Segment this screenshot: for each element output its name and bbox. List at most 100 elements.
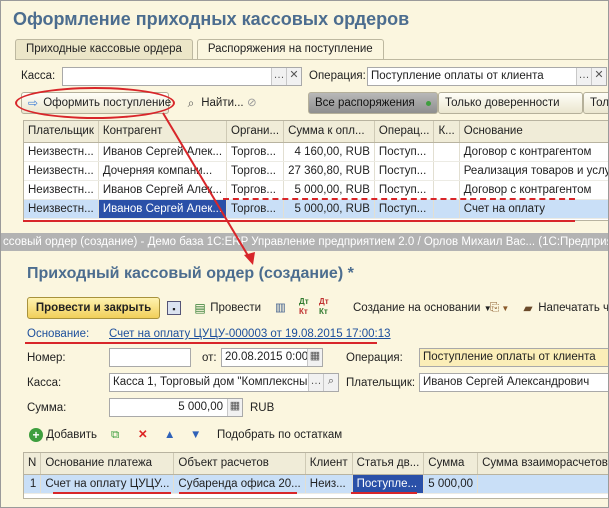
table-cell-current: Иванов Сергей Алек... [98, 199, 228, 219]
only-powers-label: Только доверенности [445, 97, 560, 109]
search-icon: ⌕ [187, 95, 195, 110]
ellipsis-icon[interactable]: … [308, 374, 323, 391]
table-cell: 5 000,00 [423, 474, 479, 494]
attach-icon[interactable]: ⎘ ▼ [490, 300, 509, 317]
cancel-search-icon[interactable]: ⊘ [247, 95, 257, 111]
copy-row-icon[interactable]: ⧉ [111, 427, 119, 443]
table-cell: Субаренда офиса 20... [173, 474, 306, 494]
move-up-icon[interactable]: ▲ [164, 427, 175, 443]
tab-receipt-instructions[interactable]: Распоряжения на поступление [196, 39, 384, 60]
table-cell: Неизвестн... [24, 161, 99, 181]
save-icon[interactable]: ▪ [167, 300, 181, 316]
operation-label: Операция: [346, 352, 403, 364]
add-row-label: Добавить [46, 429, 98, 441]
table-cell [433, 142, 460, 162]
column-header[interactable]: Плательщик [24, 121, 99, 143]
tab-incoming-orders[interactable]: Приходные кассовые ордера [15, 39, 193, 59]
table-cell: Поступ... [374, 161, 435, 181]
clear-icon[interactable]: ✕ [286, 68, 301, 85]
table-row[interactable]: Неизвестн... Иванов Сергей Алек... Торго… [24, 142, 608, 162]
table-row-selected[interactable]: 1 Счет на оплату ЦУЦУ... Субаренда офиса… [24, 474, 608, 494]
table-cell: Счет на оплату [459, 199, 608, 219]
number-field[interactable] [109, 348, 191, 367]
table-row[interactable]: Неизвестн... Иванов Сергей Алек... Торго… [24, 180, 608, 200]
kt-dt-report-button[interactable]: Дт Кт [319, 297, 329, 317]
print-button[interactable]: ▰ Напечатать ч [521, 300, 608, 316]
dt-kt-report-button[interactable]: Дт Кт [299, 297, 309, 317]
table-cell: Торгов... [226, 199, 285, 219]
column-header[interactable]: Операц... [374, 121, 435, 143]
column-header[interactable]: Объект расчетов [173, 453, 306, 475]
highlight-dashed-underline [223, 198, 575, 200]
table-cell: Договор с контрагентом [459, 142, 608, 162]
screenshot-frame: Оформление приходных кассовых ордеров Пр… [0, 0, 609, 508]
table-row[interactable]: Неизвестн... Дочерняя компани... Торгов.… [24, 161, 608, 181]
operation-field[interactable]: Поступление оплаты от клиента [419, 348, 608, 367]
table-cell: Поступ... [374, 180, 435, 200]
highlight-underline [351, 492, 417, 494]
column-header[interactable]: Основание [459, 121, 608, 143]
only-other-button[interactable]: Тол [583, 92, 608, 114]
print-icon: ▰ [523, 300, 533, 315]
column-header[interactable]: Контрагент [98, 121, 228, 143]
column-header[interactable]: Сумма взаиморасчетов [477, 453, 608, 475]
table-cell: Поступ... [374, 142, 435, 162]
date-field[interactable]: 20.08.2015 0:00:00 ▦ [221, 348, 323, 367]
column-header[interactable]: Основание платежа [40, 453, 175, 475]
find-button[interactable]: ⌕ Найти... [177, 92, 244, 114]
table-cell: Дочерняя компани... [98, 161, 228, 181]
column-header[interactable]: К... [433, 121, 460, 143]
kt-label: Кт [299, 307, 308, 316]
table-cell: 4 160,00, RUB [283, 142, 375, 162]
clear-icon[interactable]: ✕ [591, 68, 606, 85]
kassa-field[interactable]: Касса 1, Торговый дом "Комплексный" … ⌕ [109, 373, 339, 392]
column-header[interactable]: N [24, 453, 42, 475]
move-down-icon[interactable]: ▼ [190, 427, 201, 443]
basis-label: Основание: [27, 328, 90, 340]
tab-bar: Приходные кассовые ордера Распоряжения н… [15, 39, 388, 60]
page-title: Оформление приходных кассовых ордеров [13, 9, 410, 29]
kassa-value: Касса 1, Торговый дом "Комплексный" [113, 376, 318, 388]
highlight-underline [25, 342, 377, 344]
column-header[interactable]: Сумма [423, 453, 479, 475]
all-instructions-button[interactable]: Все распоряжения [308, 92, 438, 114]
table-cell: Иванов Сергей Алек... [98, 142, 228, 162]
ellipsis-icon[interactable]: … [271, 68, 286, 85]
table-cell: Договор с контрагентом [459, 180, 608, 200]
table-cell [433, 199, 460, 219]
open-search-icon[interactable]: ⌕ [323, 374, 338, 391]
basis-link[interactable]: Счет на оплату ЦУЦУ-000003 от 19.08.2015… [109, 328, 391, 340]
payer-label: Плательщик: [346, 377, 416, 389]
table-header-row: N Основание платежа Объект расчетов Клие… [24, 453, 608, 475]
amount-value: 5 000,00 [178, 401, 223, 413]
column-header[interactable]: Сумма к опл... [283, 121, 375, 143]
table-row-selected[interactable]: Неизвестн... Иванов Сергей Алек... Торго… [24, 199, 608, 219]
amount-field[interactable]: 5 000,00 ▦ [109, 398, 243, 417]
payer-field[interactable]: Иванов Сергей Александрович [419, 373, 608, 392]
add-row-button[interactable]: + Добавить [29, 427, 97, 443]
table-cell: 5 000,00, RUB [283, 180, 375, 200]
delete-row-icon[interactable]: ✕ [138, 427, 148, 443]
dt-label: Дт [319, 297, 329, 306]
only-powers-button[interactable]: Только доверенности [438, 92, 583, 114]
calendar-icon[interactable]: ▦ [307, 349, 322, 366]
calculator-icon[interactable]: ▦ [227, 399, 242, 416]
instructions-table: Плательщик Контрагент Органи... Сумма к … [23, 120, 608, 221]
column-header[interactable]: Статья дв... [352, 453, 425, 475]
ellipsis-icon[interactable]: … [576, 68, 591, 85]
post-button[interactable]: ▤ Провести [193, 300, 261, 316]
column-header[interactable]: Органи... [226, 121, 285, 143]
column-header[interactable]: Клиент [305, 453, 353, 475]
table-cell: Поступ... [374, 199, 435, 219]
highlight-ellipse [15, 87, 175, 119]
post-and-close-button[interactable]: Провести и закрыть [27, 297, 160, 319]
fill-by-balance-button[interactable]: Подобрать по остаткам [217, 427, 342, 443]
table-cell [477, 474, 608, 494]
create-based-on-button[interactable]: Создание на основании ▼ [353, 300, 492, 317]
operation-filter-field[interactable]: Поступление оплаты от клиента … ✕ [367, 67, 607, 86]
table-header-row: Плательщик Контрагент Органи... Сумма к … [24, 121, 608, 143]
operation-filter-value: Поступление оплаты от клиента [371, 70, 544, 82]
kassa-filter-field[interactable]: … ✕ [62, 67, 302, 86]
register-icon[interactable]: ▥ [275, 300, 286, 316]
table-cell: Торгов... [226, 161, 285, 181]
